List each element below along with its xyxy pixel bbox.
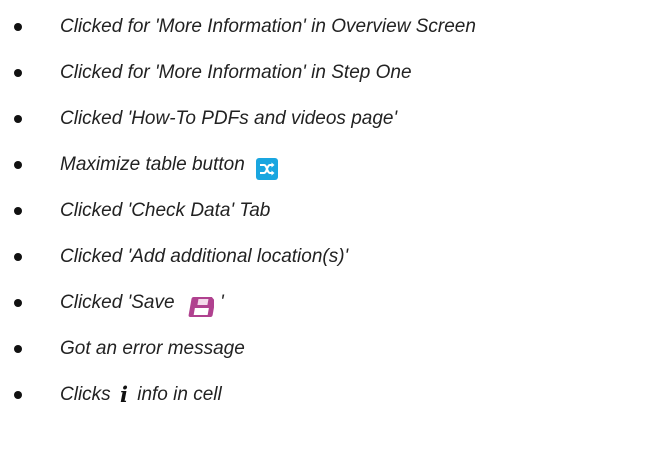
bullet-icon — [14, 23, 22, 31]
list-item: Got an error message — [0, 326, 476, 372]
bullet-icon — [14, 391, 22, 399]
list-item-text: Clicked 'Add additional location(s)' — [60, 246, 349, 267]
bullet-icon — [14, 299, 22, 307]
list-item-text: Clicked for 'More Information' in Overvi… — [60, 16, 476, 37]
list-item-text-before: Clicks — [60, 384, 111, 406]
list-item: Clicked for 'More Information' in Step O… — [0, 50, 476, 96]
bullet-icon — [14, 345, 22, 353]
list-item-text: Clicked for 'More Information' in Step O… — [60, 62, 412, 83]
list-item: Clicked 'Check Data' Tab — [0, 188, 476, 234]
list-item-text-after: ' — [220, 292, 224, 313]
list-item-text: Clicked 'Check Data' Tab — [60, 200, 271, 221]
list-item-text: Clicked 'How-To PDFs and videos page' — [60, 108, 398, 129]
list-item-text: Got an error message — [60, 338, 245, 359]
list-item: Clicked 'Save ' — [0, 280, 476, 326]
bulleted-list: Clicked for 'More Information' in Overvi… — [0, 0, 476, 418]
list-item: Clicked for 'More Information' in Overvi… — [0, 4, 476, 50]
list-item: Clicked 'How-To PDFs and videos page' — [0, 96, 476, 142]
list-item-text-after: info in cell — [137, 384, 222, 406]
shuffle-icon — [256, 152, 279, 180]
bullet-icon — [14, 207, 22, 215]
bullet-icon — [14, 69, 22, 77]
floppy-disk-icon — [188, 290, 215, 317]
info-icon: i — [119, 382, 128, 407]
list-item-text-before: Clicked 'Save — [60, 292, 175, 313]
list-item: Clicks i info in cell — [0, 372, 476, 418]
list-item: Clicked 'Add additional location(s)' — [0, 234, 476, 280]
bullet-icon — [14, 115, 22, 123]
bullet-icon — [14, 253, 22, 261]
bullet-icon — [14, 161, 22, 169]
list-item-text: Maximize table button — [60, 154, 245, 175]
list-item: Maximize table button — [0, 142, 476, 188]
